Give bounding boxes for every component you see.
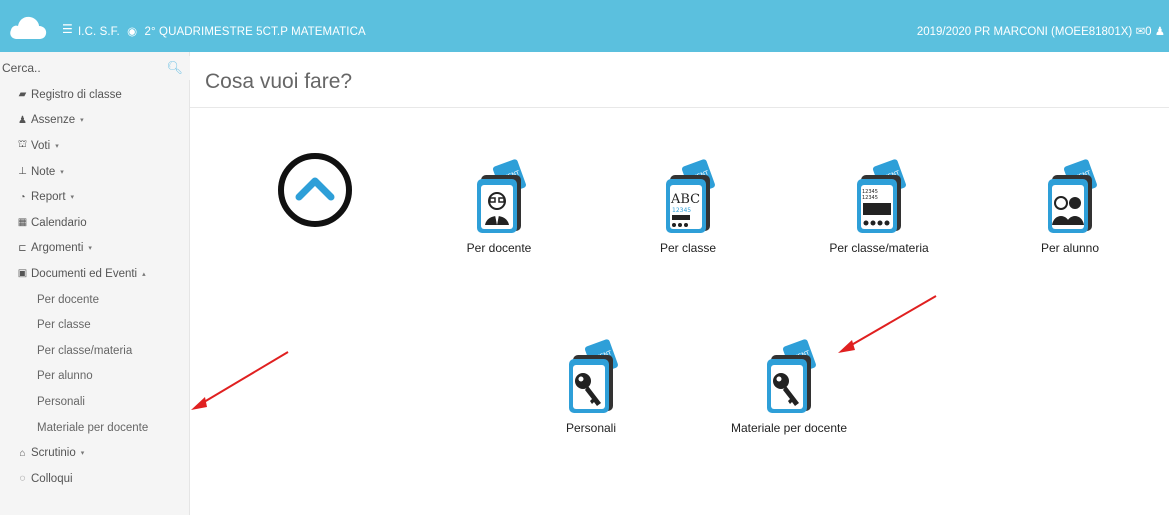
chat-icon: ◌ bbox=[19, 473, 26, 485]
sidebar-item-label: Calendario bbox=[31, 216, 87, 229]
digits-text: 12345 bbox=[862, 195, 878, 201]
hamburger-menu-icon[interactable]: ☰ bbox=[62, 23, 73, 35]
annotation-arrow-icon bbox=[191, 351, 289, 410]
sidebar-item-label: Scrutinio bbox=[31, 447, 76, 460]
school-year-school[interactable]: 2019/2020 PR MARCONI (MOEE81801X) bbox=[917, 26, 1132, 38]
student-event-icon: EVENT bbox=[1048, 159, 1097, 233]
eye-icon: ◉ bbox=[127, 26, 138, 38]
tile-per-classe-materia[interactable]: EVENT 12345 12345 Per classe/materia bbox=[799, 157, 959, 255]
folder-open-icon: ⊏ bbox=[18, 242, 27, 254]
key-event-icon: EVENT bbox=[569, 339, 618, 413]
sidebar-subitem-per-classe-materia[interactable]: Per classe/materia bbox=[0, 338, 190, 364]
context-breadcrumb[interactable]: I.C. S.F. ◉ 2° QUADRIMESTRE 5CT.P MATEMA… bbox=[78, 24, 366, 38]
sidebar-subitem-per-docente[interactable]: Per docente bbox=[0, 287, 190, 313]
sidebar-item-label: Note bbox=[31, 165, 56, 178]
user-icon: ♟ bbox=[18, 114, 27, 126]
sidebar-nav: ▰ Registro di classe ♟ Assenze ▾ ⛫ Voti … bbox=[0, 82, 190, 492]
tile-per-alunno[interactable]: EVENT Per alunno bbox=[990, 157, 1150, 255]
user-icon[interactable]: ♟ bbox=[1155, 26, 1165, 38]
sidebar-subitem-per-alunno[interactable]: Per alunno bbox=[0, 364, 190, 390]
sidebar-subitem-label: Per classe bbox=[37, 319, 91, 332]
sidebar-subitem-label: Per classe/materia bbox=[37, 344, 133, 357]
search-icon[interactable]: 🔍︎ bbox=[166, 60, 183, 76]
cloud-logo-icon[interactable] bbox=[8, 12, 48, 42]
class-subject-event-icon: EVENT 12345 12345 bbox=[857, 159, 906, 233]
pin-icon: ⊥ bbox=[18, 166, 27, 178]
sidebar-item-assenze[interactable]: ♟ Assenze ▾ bbox=[0, 108, 190, 134]
divider bbox=[190, 107, 1169, 108]
sidebar-item-note[interactable]: ⊥ Note ▾ bbox=[0, 159, 190, 185]
sidebar-item-label: Report bbox=[31, 191, 66, 204]
sidebar-item-label: Voti bbox=[31, 139, 51, 152]
topbar-right-info: 2019/2020 PR MARCONI (MOEE81801X) ✉0 ♟ bbox=[917, 24, 1165, 38]
sidebar-item-documenti-eventi[interactable]: ▣ Documenti ed Eventi ▴ bbox=[0, 261, 190, 287]
caret-down-icon: ▾ bbox=[80, 450, 85, 458]
caret-down-icon: ▾ bbox=[60, 168, 64, 176]
search-input[interactable] bbox=[0, 56, 190, 80]
sidebar-subitem-per-classe[interactable]: Per classe bbox=[0, 312, 190, 338]
tile-label: Materiale per docente bbox=[730, 421, 848, 435]
main-content: Cosa vuoi fare? EVENT Per docente EVENT … bbox=[190, 52, 1169, 515]
tile-label: Per docente bbox=[466, 241, 532, 255]
sidebar-item-voti[interactable]: ⛫ Voti ▾ bbox=[0, 133, 190, 159]
bank-icon: ⛫ bbox=[17, 139, 28, 151]
sidebar-item-label: Assenze bbox=[31, 114, 76, 127]
annotation-arrow-icon bbox=[838, 295, 937, 353]
abc-text: ABC bbox=[670, 192, 700, 207]
mail-count: 0 bbox=[1145, 26, 1152, 38]
digits-text: 12345 bbox=[672, 207, 691, 214]
period-class-subject: 2° QUADRIMESTRE 5CT.P MATEMATICA bbox=[144, 26, 366, 38]
caret-down-icon: ▾ bbox=[55, 142, 59, 150]
book-icon: ▰ bbox=[18, 89, 27, 101]
sidebar-item-label: Colloqui bbox=[31, 472, 73, 485]
caret-down-icon: ▾ bbox=[88, 245, 92, 253]
caret-down-icon: ▾ bbox=[80, 117, 84, 125]
graduation-cap-icon: ⌂ bbox=[19, 447, 26, 459]
sidebar-item-label: Argomenti bbox=[31, 242, 84, 255]
tile-label: Personali bbox=[565, 421, 617, 435]
sidebar: 🔍︎ ▰ Registro di classe ♟ Assenze ▾ ⛫ Vo… bbox=[0, 52, 190, 515]
sidebar-subitem-label: Per docente bbox=[37, 293, 100, 306]
calendar-icon: ▦ bbox=[17, 217, 28, 229]
pie-chart-icon: ◔ bbox=[19, 191, 26, 203]
sidebar-subitem-label: Per alunno bbox=[37, 370, 93, 383]
tile-label: Per alunno bbox=[1040, 241, 1100, 255]
key-event-icon: EVENT bbox=[767, 339, 816, 413]
sidebar-item-argomenti[interactable]: ⊏ Argomenti ▾ bbox=[0, 236, 190, 262]
caret-down-icon: ▾ bbox=[70, 194, 75, 202]
top-bar: ☰ I.C. S.F. ◉ 2° QUADRIMESTRE 5CT.P MATE… bbox=[0, 0, 1169, 52]
sidebar-subitem-label: Personali bbox=[37, 395, 85, 408]
tile-per-classe[interactable]: EVENT ABC 12345 Per classe bbox=[608, 157, 768, 255]
sidebar-subitem-personali[interactable]: Personali bbox=[0, 389, 190, 415]
school-label: I.C. S.F. bbox=[78, 26, 120, 38]
sidebar-item-label: Registro di classe bbox=[31, 88, 122, 101]
class-event-icon: EVENT ABC 12345 bbox=[666, 159, 715, 233]
sidebar-item-colloqui[interactable]: ◌ Colloqui bbox=[0, 466, 190, 492]
sidebar-subitem-materiale-per-docente[interactable]: Materiale per docente bbox=[0, 415, 190, 441]
sidebar-item-calendario[interactable]: ▦ Calendario bbox=[0, 210, 190, 236]
sidebar-item-label: Documenti ed Eventi bbox=[31, 267, 138, 280]
sidebar-item-scrutinio[interactable]: ⌂ Scrutinio ▾ bbox=[0, 440, 190, 466]
tile-personali[interactable]: EVENT Personali bbox=[511, 337, 671, 435]
archive-icon: ▣ bbox=[17, 268, 28, 280]
tile-per-docente[interactable]: EVENT Per docente bbox=[419, 157, 579, 255]
sidebar-item-report[interactable]: ◔ Report ▾ bbox=[0, 184, 190, 210]
caret-up-icon: ▴ bbox=[142, 270, 146, 278]
teacher-event-icon: EVENT bbox=[477, 159, 526, 233]
sidebar-item-registro[interactable]: ▰ Registro di classe bbox=[0, 82, 190, 108]
tile-label: Per classe bbox=[659, 241, 717, 255]
page-title: Cosa vuoi fare? bbox=[205, 70, 353, 93]
sidebar-subitem-label: Materiale per docente bbox=[37, 421, 149, 434]
search-box: 🔍︎ bbox=[0, 56, 190, 80]
mail-icon[interactable]: ✉ bbox=[1135, 26, 1145, 38]
tile-label: Per classe/materia bbox=[829, 241, 929, 255]
scroll-up-button[interactable] bbox=[275, 150, 355, 230]
